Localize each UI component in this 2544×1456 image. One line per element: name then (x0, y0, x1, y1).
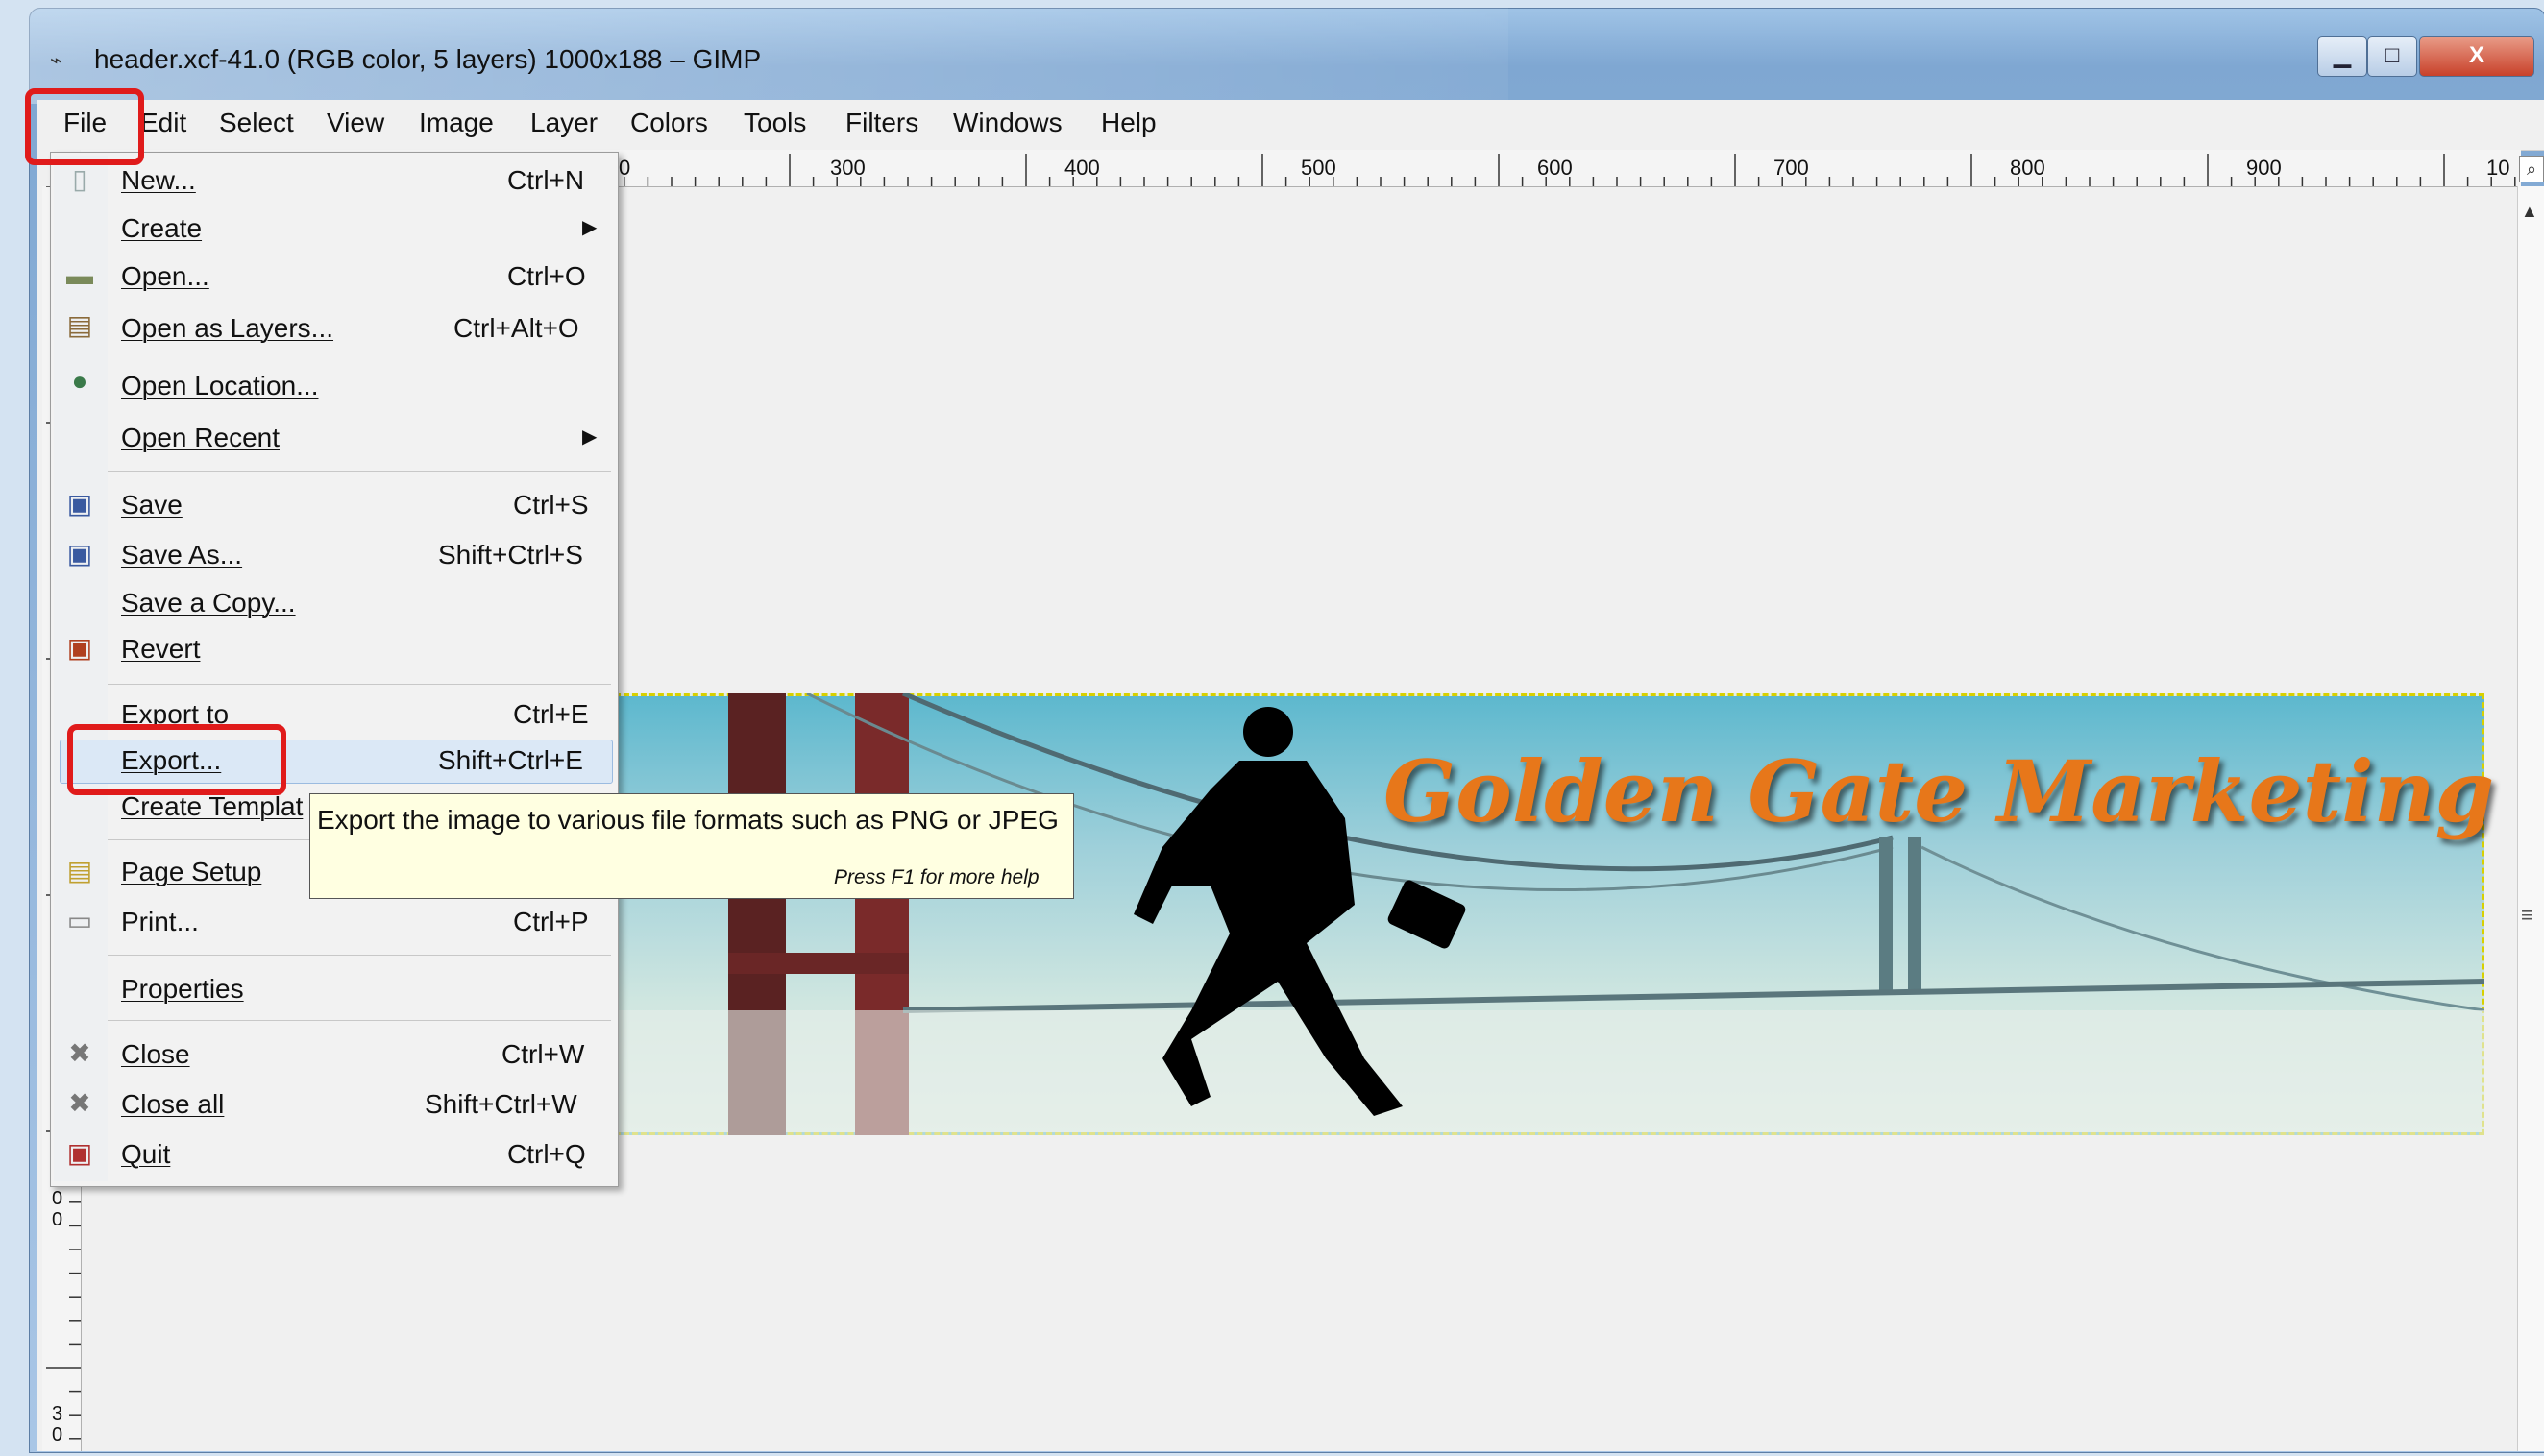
globe-icon: ● (71, 366, 88, 396)
shortcut: Ctrl+N (507, 165, 585, 195)
menu-tools[interactable]: Tools (744, 108, 806, 138)
bridge-tower-far (1879, 837, 1893, 991)
ruler-label: 3 (52, 1403, 63, 1424)
folder-open-icon: ▬ (66, 260, 93, 290)
minimize-button[interactable]: ▁ (2317, 36, 2367, 77)
menu-windows[interactable]: Windows (953, 108, 1063, 138)
menuitem-open-as-layers[interactable]: Open as Layers... (121, 313, 333, 344)
menu-filters[interactable]: Filters (845, 108, 918, 138)
submenu-arrow-icon: ▶ (582, 426, 598, 448)
save-as-icon: ▣ (66, 539, 93, 569)
shortcut: Ctrl+P (513, 907, 589, 936)
menu-layer[interactable]: Layer (530, 108, 598, 138)
shortcut: Ctrl+Q (507, 1139, 586, 1169)
menu-image[interactable]: Image (419, 108, 494, 138)
menu-bar (37, 100, 2544, 151)
quit-icon: ▣ (66, 1138, 93, 1168)
shortcut: Shift+Ctrl+S (438, 540, 583, 570)
maximize-button[interactable]: □ (2367, 36, 2417, 77)
menuitem-create[interactable]: Create (121, 213, 202, 244)
shortcut: Ctrl+S (513, 490, 589, 520)
menu-select[interactable]: Select (219, 108, 294, 138)
menu-edit[interactable]: Edit (140, 108, 186, 138)
menuitem-save-a-copy[interactable]: Save a Copy... (121, 588, 296, 619)
shortcut: Shift+Ctrl+W (425, 1089, 577, 1119)
menuitem-page-setup[interactable]: Page Setup (121, 857, 261, 887)
shortcut: Ctrl+O (507, 261, 586, 291)
shortcut: Ctrl+W (501, 1039, 585, 1069)
shortcut: Ctrl+E (513, 699, 589, 729)
shortcut: Shift+Ctrl+E (438, 745, 583, 775)
submenu-arrow-icon: ▶ (582, 217, 598, 238)
ruler-label: 10 (2486, 156, 2510, 180)
annotation-export-highlight (67, 724, 286, 795)
bridge-tower-far (1908, 837, 1921, 991)
vertical-scrollbar[interactable] (2517, 186, 2544, 1451)
menuitem-save-as[interactable]: Save As... (121, 540, 242, 570)
menuitem-save[interactable]: Save (121, 490, 183, 521)
menu-help[interactable]: Help (1101, 108, 1157, 138)
menuitem-print[interactable]: Print... (121, 907, 199, 937)
bridge-tower-beam (728, 953, 909, 974)
ruler-label: 500 (1301, 156, 1336, 180)
menu-separator (108, 955, 611, 956)
close-x-icon: ✖ (68, 1038, 91, 1068)
menuitem-new[interactable]: New... (121, 165, 196, 196)
ruler-label: 300 (830, 156, 866, 180)
printer-icon: ▭ (66, 906, 93, 935)
menuitem-revert[interactable]: Revert (121, 634, 200, 665)
menu-separator (108, 1020, 611, 1021)
close-all-icon: ✖ (68, 1088, 91, 1118)
ruler-label: 600 (1537, 156, 1573, 180)
revert-icon: ▣ (66, 633, 93, 663)
fog (615, 1010, 2484, 1135)
window-title: header.xcf-41.0 (RGB color, 5 layers) 10… (94, 44, 762, 74)
banner-title: Golden Gate Marketing (1383, 741, 2495, 841)
ruler-label: 0 (52, 1188, 63, 1209)
open-layers-icon: ▤ (66, 310, 93, 340)
save-icon: ▣ (66, 489, 93, 519)
ruler-label: 700 (1773, 156, 1809, 180)
close-button[interactable]: X (2419, 36, 2534, 77)
ruler-label: 900 (2246, 156, 2282, 180)
menu-view[interactable]: View (327, 108, 384, 138)
menu-colors[interactable]: Colors (630, 108, 708, 138)
menu-separator (108, 471, 611, 472)
gimp-wilber-icon: ⌁ (50, 48, 63, 72)
ruler-label: 0 (52, 1209, 63, 1230)
ruler-label: 400 (1064, 156, 1100, 180)
shortcut: Ctrl+Alt+O (453, 313, 579, 343)
annotation-file-highlight (25, 88, 144, 165)
file-menu-dropdown (50, 152, 619, 1187)
menuitem-close[interactable]: Close (121, 1039, 190, 1070)
menu-separator (108, 684, 611, 685)
scroll-grip-icon[interactable]: ≡ (2521, 903, 2533, 928)
ruler-label: 0 (619, 156, 631, 180)
menuitem-close-all[interactable]: Close all (121, 1089, 224, 1120)
menuitem-properties[interactable]: Properties (121, 974, 244, 1005)
menuitem-create-template[interactable]: Create Templat (121, 791, 303, 822)
tooltip-text: Export the image to various file formats… (317, 805, 1059, 835)
menuitem-open-location[interactable]: Open Location... (121, 371, 318, 401)
menuitem-open-recent[interactable]: Open Recent (121, 423, 280, 453)
scroll-up-arrow-icon[interactable]: ▲ (2521, 202, 2538, 222)
new-file-icon: ▯ (72, 164, 87, 194)
menuitem-open[interactable]: Open... (121, 261, 209, 292)
menuitem-quit[interactable]: Quit (121, 1139, 170, 1170)
bridge-deck (902, 979, 2484, 1013)
ruler-label: 0 (52, 1424, 63, 1445)
navigate-icon[interactable]: ⌕ (2519, 156, 2544, 182)
ruler-label: 800 (2010, 156, 2045, 180)
tooltip-help-hint: Press F1 for more help (834, 866, 1040, 888)
page-setup-icon: ▤ (66, 856, 93, 886)
